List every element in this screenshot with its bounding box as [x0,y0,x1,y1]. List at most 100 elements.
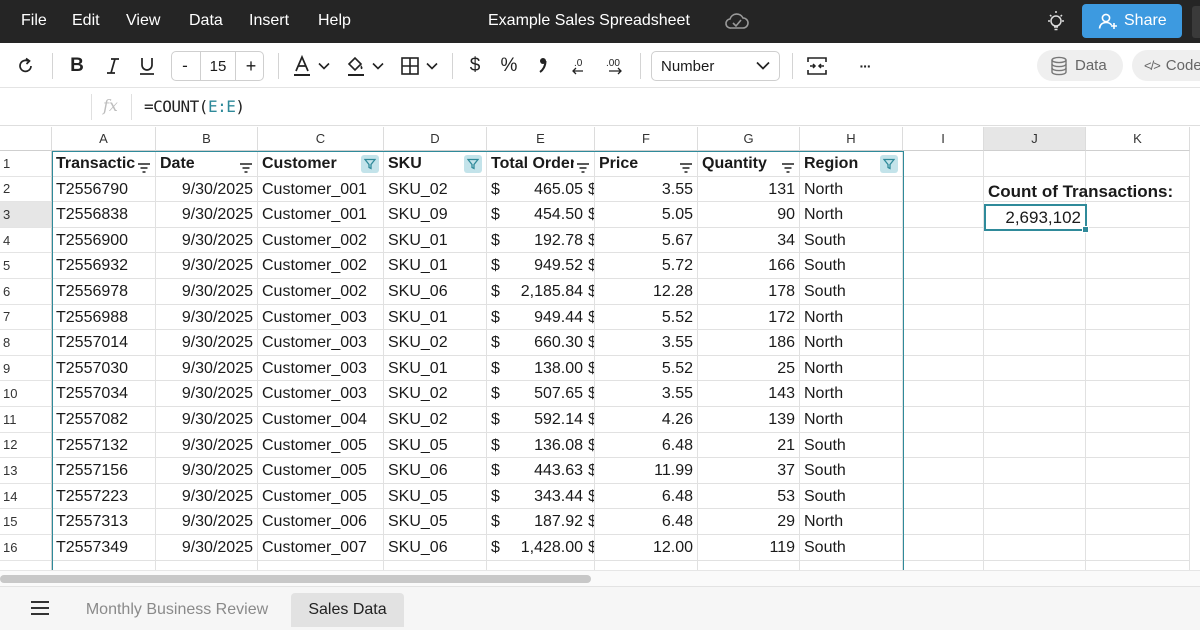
cell[interactable] [903,432,984,459]
cell-price[interactable]: $12.28 [595,279,698,305]
cell-region[interactable]: South [800,253,903,279]
cell[interactable] [903,227,984,254]
cell-qty[interactable]: 143 [698,381,800,407]
header-cell[interactable]: Transactic [52,151,156,177]
cell[interactable] [984,458,1086,484]
column-header-j[interactable]: J [984,127,1086,151]
filter-active-icon[interactable] [361,155,379,173]
cell-customer[interactable]: Customer_001 [258,176,384,203]
cell[interactable] [800,560,903,570]
font-size-increase-button[interactable]: + [238,52,264,80]
menu-edit[interactable]: Edit [72,12,100,30]
cell-id[interactable]: T2556978 [52,279,156,305]
cell[interactable] [903,483,984,510]
row-header[interactable]: 13 [0,458,52,484]
cell-qty[interactable]: 53 [698,483,800,510]
cell[interactable] [903,407,984,433]
cell[interactable] [903,560,984,570]
cell-sku[interactable]: SKU_05 [384,509,487,535]
decrease-decimal-button[interactable]: .0 [566,43,592,88]
fill-handle[interactable] [1082,226,1089,233]
cell[interactable] [1086,483,1190,510]
cell-region[interactable]: North [800,381,903,407]
cell-total[interactable]: $507.65 $ [487,381,595,407]
cell-date[interactable]: 9/30/2025 [156,458,258,484]
cell[interactable] [1086,253,1190,279]
hamburger-menu-icon[interactable] [30,600,50,616]
menu-view[interactable]: View [126,12,160,30]
cell-total[interactable]: $1,428.00 $ [487,535,595,561]
cell-id[interactable]: T2556932 [52,253,156,279]
cell-customer[interactable]: Customer_003 [258,355,384,382]
cell-price[interactable]: $11.99 [595,458,698,484]
cell-price[interactable]: $3.55 [595,381,698,407]
cell-sku[interactable]: SKU_01 [384,355,487,382]
cell-sku[interactable]: SKU_02 [384,176,487,203]
cell-price[interactable]: $4.26 [595,407,698,433]
filter-icon[interactable] [237,157,253,176]
cell[interactable] [52,560,156,570]
cell-price[interactable]: $3.55 [595,176,698,203]
cell-id[interactable]: T2557132 [52,432,156,459]
cell-qty[interactable]: 131 [698,176,800,203]
cell-customer[interactable]: Customer_002 [258,279,384,305]
cell-region[interactable]: South [800,483,903,510]
lightbulb-icon[interactable] [1045,9,1067,33]
cell[interactable] [903,176,984,203]
cell-total[interactable]: $2,185.84 $ [487,279,595,305]
cell-customer[interactable]: Customer_002 [258,227,384,254]
filter-icon[interactable] [135,157,151,176]
cell-date[interactable]: 9/30/2025 [156,304,258,331]
row-header[interactable]: 9 [0,355,52,382]
cell-price[interactable]: $6.48 [595,509,698,535]
cell-region[interactable]: North [800,355,903,382]
cell-region[interactable]: North [800,509,903,535]
cell-date[interactable]: 9/30/2025 [156,202,258,228]
spreadsheet-grid[interactable]: A B C D E F G H I J K 1 Transactic Date Customer SKU Tot… [0,127,1200,570]
cell[interactable] [984,381,1086,407]
cell-total[interactable]: $192.78 $ [487,227,595,254]
cell-total[interactable]: $187.92 $ [487,509,595,535]
cell-price[interactable]: $5.05 [595,202,698,228]
cell-customer[interactable]: Customer_005 [258,483,384,510]
column-header-g[interactable]: G [698,127,800,151]
row-header[interactable]: 3 [0,202,52,228]
row-header[interactable]: 11 [0,407,52,433]
percent-format-button[interactable]: % [497,43,521,88]
cell-price[interactable]: $12.00 [595,535,698,561]
cell[interactable] [984,560,1086,570]
column-header-b[interactable]: B [156,127,258,151]
horizontal-scrollbar[interactable] [0,570,1200,586]
cell[interactable] [1086,432,1190,459]
row-header[interactable]: 7 [0,304,52,331]
cell-sku[interactable]: SKU_01 [384,227,487,254]
cell[interactable] [903,202,984,228]
cell-id[interactable]: T2556838 [52,202,156,228]
cell-date[interactable]: 9/30/2025 [156,535,258,561]
text-color-button[interactable] [289,43,333,88]
row-header[interactable]: 12 [0,432,52,459]
cell-sku[interactable]: SKU_06 [384,535,487,561]
active-cell-count-value[interactable]: 2,693,102 [984,204,1087,231]
code-button[interactable]: </> Code [1132,50,1200,81]
cell-region[interactable]: North [800,202,903,228]
column-header-e[interactable]: E [487,127,595,151]
row-header[interactable]: 16 [0,535,52,561]
scrollbar-thumb[interactable] [0,575,591,583]
cell-customer[interactable]: Customer_005 [258,432,384,459]
cell[interactable] [1086,535,1190,561]
cell[interactable] [903,253,984,279]
italic-button[interactable] [102,43,124,88]
cell-date[interactable]: 9/30/2025 [156,381,258,407]
cell-customer[interactable]: Customer_003 [258,304,384,331]
filter-icon[interactable] [574,157,590,176]
font-size-decrease-button[interactable]: - [172,52,198,80]
cell[interactable] [1086,407,1190,433]
select-all-corner[interactable] [0,127,52,151]
menu-insert[interactable]: Insert [249,12,289,30]
cell-region[interactable]: North [800,330,903,356]
cell-date[interactable]: 9/30/2025 [156,176,258,203]
cell-date[interactable]: 9/30/2025 [156,227,258,254]
cell[interactable] [903,330,984,356]
cell-price[interactable]: $3.55 [595,330,698,356]
